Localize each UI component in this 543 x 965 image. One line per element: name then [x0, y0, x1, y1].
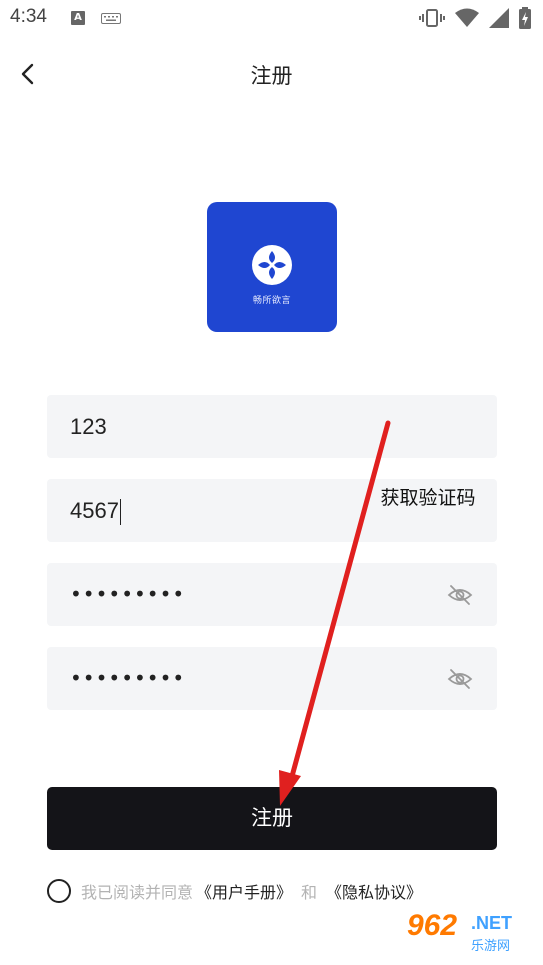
eye-off-icon[interactable]: [447, 583, 473, 607]
watermark-cn: 乐游网: [471, 939, 511, 954]
text-input-icon: A: [71, 11, 85, 25]
agree-radio[interactable]: [47, 879, 71, 903]
vibrate-icon: [419, 9, 445, 27]
verification-code-field[interactable]: 4567 获取验证码: [47, 479, 497, 542]
status-time: 4:34: [10, 6, 47, 27]
verification-code-value: 4567: [70, 479, 122, 542]
signal-icon: [489, 8, 509, 28]
app-logo-caption: 畅所欲言: [252, 296, 291, 306]
register-button[interactable]: 注册: [47, 787, 497, 850]
user-manual-link[interactable]: 《用户手册》: [196, 879, 292, 903]
agree-prefix-text: 我已阅读并同意: [81, 883, 194, 902]
site-watermark: 962 .NET 乐游网: [401, 907, 537, 959]
app-logo-mark-icon: [252, 245, 292, 285]
app-logo: 畅所欲言: [207, 202, 337, 332]
password-field[interactable]: •••••••••: [47, 563, 497, 626]
password-field-value: •••••••••: [70, 582, 186, 606]
watermark-suffix: .NET: [471, 913, 513, 933]
status-bar: 4:34 A: [0, 0, 543, 36]
watermark-number: 962: [407, 909, 458, 942]
nav-bar: 注册: [0, 44, 543, 106]
battery-charging-icon: [519, 7, 531, 29]
page-title: 注册: [250, 64, 293, 88]
privacy-policy-link[interactable]: 《隐私协议》: [326, 879, 422, 903]
status-icons: [419, 7, 531, 29]
agree-and-text: 和: [301, 883, 318, 902]
text-caret: [119, 499, 122, 526]
account-field-value: 123: [70, 414, 107, 439]
wifi-icon: [455, 8, 479, 27]
confirm-password-field[interactable]: •••••••••: [47, 647, 497, 710]
eye-off-icon[interactable]: [447, 667, 473, 691]
get-code-button[interactable]: 获取验证码: [369, 486, 487, 510]
keyboard-icon: [101, 13, 121, 24]
agreement-row: 我已阅读并同意 《用户手册》 和 《隐私协议》: [47, 878, 425, 904]
account-field[interactable]: 123: [47, 395, 497, 458]
confirm-password-field-value: •••••••••: [70, 666, 186, 690]
